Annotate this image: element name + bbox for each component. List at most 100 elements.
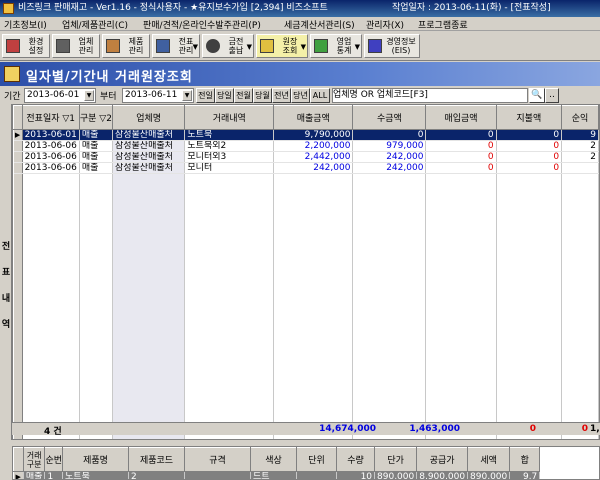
- this-year-button[interactable]: 당년: [291, 88, 310, 103]
- col-item[interactable]: 거래내역: [184, 105, 275, 130]
- col-company[interactable]: 업체명: [111, 105, 186, 130]
- ledger-label: 원장 조회: [282, 37, 298, 55]
- col-unit[interactable]: 단위: [296, 447, 338, 472]
- total-received: 1,463,000: [409, 424, 460, 434]
- table-row[interactable]: 2013-06-06 매출 삼성물산매출처 모니터외3 2,442,000 24…: [13, 151, 599, 163]
- col-price[interactable]: 단가: [374, 447, 418, 472]
- cell-type: 매출: [79, 129, 113, 141]
- col-received[interactable]: 수금액: [352, 105, 427, 130]
- cell-type: 매출: [79, 151, 113, 163]
- row-indicator-header: [13, 105, 23, 130]
- col-sales[interactable]: 매출금액: [273, 105, 354, 130]
- menu-admin[interactable]: 관리자(X): [366, 18, 404, 31]
- cell-company: 삼성물산매출처: [112, 151, 186, 163]
- col-tax[interactable]: 세액: [467, 447, 511, 472]
- cashbook-button[interactable]: 금전 출납 ▼: [202, 34, 254, 58]
- col-purchase[interactable]: 매입금액: [425, 105, 497, 130]
- sales-stats-button[interactable]: 영업 통계 ▼: [310, 34, 362, 58]
- total-paid: 0: [581, 424, 588, 434]
- col-color[interactable]: 색상: [250, 447, 298, 472]
- ledger-grid[interactable]: 전표일자 ▽1 구분 ▽2 업체명 거래내역 매출금액 수금액 매입금액 지불액…: [12, 104, 600, 440]
- col-spec[interactable]: 규격: [184, 447, 252, 472]
- toolbar: 환경 설정 업체 관리 제품 관리 전표 관리 ▼ 금전 출납 ▼ 원장 조회 …: [0, 31, 600, 61]
- search-button[interactable]: 🔍: [529, 88, 545, 103]
- ledger-book-icon: [4, 66, 20, 82]
- cell-tax: 890,000: [467, 471, 511, 479]
- cell-received: 242,000: [352, 151, 427, 163]
- col-supply[interactable]: 공급가: [416, 447, 469, 472]
- col-paid[interactable]: 지불액: [495, 105, 563, 130]
- prev-month-button[interactable]: 전월: [234, 88, 253, 103]
- col-product-code[interactable]: 제품코드: [128, 447, 186, 472]
- cell-item: 노트북외2: [184, 140, 275, 152]
- to-label: 부터: [100, 92, 117, 102]
- sales-stats-label: 영업 통계: [336, 37, 352, 55]
- ledger-icon: [260, 39, 274, 53]
- side-char: 역: [1, 320, 11, 330]
- total-profit: 1,42: [590, 424, 600, 434]
- bar-chart-icon: [368, 39, 382, 53]
- cell-spec: [184, 471, 252, 479]
- magnifier-icon: 🔍: [531, 90, 543, 100]
- section-header: 일자별/기간내 거래원장조회: [0, 62, 600, 86]
- cell-company: 삼성물산매출처: [112, 129, 186, 141]
- table-row[interactable]: 2013-06-06 매출 삼성물산매출처 노트북외2 2,200,000 97…: [13, 140, 599, 152]
- cashbook-label: 금전 출납: [228, 37, 244, 55]
- col-seq[interactable]: 순번: [44, 447, 64, 472]
- side-char: 전: [1, 242, 11, 252]
- col-total[interactable]: 합: [509, 447, 541, 472]
- detail-row[interactable]: ▶ 매출 1 노트북 2 드트 10 890,000 8,900,000 890…: [13, 471, 541, 479]
- product-button[interactable]: 제품 관리: [102, 34, 150, 58]
- menu-sales-estimate[interactable]: 판매/견적/온라인수발주관리(P): [143, 18, 261, 31]
- menu-exit[interactable]: 프로그램종료: [418, 18, 468, 31]
- cell-type: 매출: [79, 162, 113, 174]
- chevron-down-icon[interactable]: ▼: [84, 90, 94, 101]
- settings-button[interactable]: 환경 설정: [2, 34, 50, 58]
- col-qty[interactable]: 수량: [336, 447, 376, 472]
- house-icon: [6, 39, 20, 53]
- cell-sales: 242,000: [273, 162, 354, 174]
- total-sales: 14,674,000: [319, 424, 376, 434]
- table-row[interactable]: ▶ 2013-06-01 매출 삼성물산매출처 노트북 9,790,000 0 …: [13, 129, 599, 141]
- detail-side: [0, 446, 12, 480]
- voucher-button[interactable]: 전표 관리 ▼: [152, 34, 200, 58]
- detail-grid[interactable]: 거래 구분 순번 제품명 제품코드 규격 색상 단위 수량 단가 공급가 세액 …: [12, 446, 600, 480]
- menu-tax-invoice[interactable]: 세금계산서관리(S): [284, 18, 355, 31]
- work-date: 작업일자 : 2013-06-11(화) - [전표작성]: [392, 3, 551, 13]
- col-type[interactable]: 구분 ▽2: [78, 105, 113, 130]
- page-title: 일자별/기간내 거래원장조회: [26, 70, 193, 85]
- col-product-name[interactable]: 제품명: [62, 447, 130, 472]
- col-profit[interactable]: 순익: [561, 105, 599, 130]
- settings-label: 환경 설정: [28, 37, 44, 55]
- menu-company-product[interactable]: 업체/제품관리(C): [62, 18, 128, 31]
- col-date[interactable]: 전표일자 ▽1: [21, 105, 80, 130]
- cell-date: 2013-06-06: [22, 140, 80, 152]
- app-icon: [3, 3, 14, 14]
- product-label: 제품 관리: [128, 37, 144, 55]
- all-button[interactable]: ALL: [310, 88, 330, 103]
- company-button[interactable]: 업체 관리: [52, 34, 100, 58]
- col-trade-type[interactable]: 거래 구분: [22, 447, 46, 472]
- to-date-picker[interactable]: 2013-06-11 ▼: [122, 88, 194, 103]
- prev-year-button[interactable]: 전년: [272, 88, 291, 103]
- company-search-input[interactable]: 업체명 OR 업체코드[F3]: [332, 88, 528, 103]
- cell-purchase: 0: [425, 162, 497, 174]
- from-date-picker[interactable]: 2013-06-01 ▼: [24, 88, 96, 103]
- people-icon: [56, 39, 70, 53]
- eis-button[interactable]: 경영정보 (EIS): [364, 34, 420, 58]
- cell-sales: 2,200,000: [273, 140, 354, 152]
- table-row[interactable]: 2013-06-06 매출 삼성물산매출처 모니터 242,000 242,00…: [13, 162, 599, 174]
- this-month-button[interactable]: 당월: [253, 88, 272, 103]
- chevron-down-icon: ▼: [300, 43, 306, 51]
- today-button[interactable]: 당일: [215, 88, 234, 103]
- menu-basic-info[interactable]: 기초정보(I): [4, 18, 47, 31]
- ledger-button[interactable]: 원장 조회 ▼: [256, 34, 308, 58]
- box-icon: [106, 39, 120, 53]
- title-bar[interactable]: 비즈링크 판매재고 - Ver1.16 - 정식사용자 - ★유지보수가입 [2…: [0, 0, 600, 17]
- cell-total: 9,7: [509, 471, 541, 479]
- more-button[interactable]: ..: [545, 88, 559, 103]
- chevron-down-icon[interactable]: ▼: [182, 90, 192, 101]
- cell-paid: 0: [496, 162, 563, 174]
- prev-day-button[interactable]: 전일: [196, 88, 215, 103]
- search-placeholder: 업체명 OR 업체코드[F3]: [333, 90, 428, 100]
